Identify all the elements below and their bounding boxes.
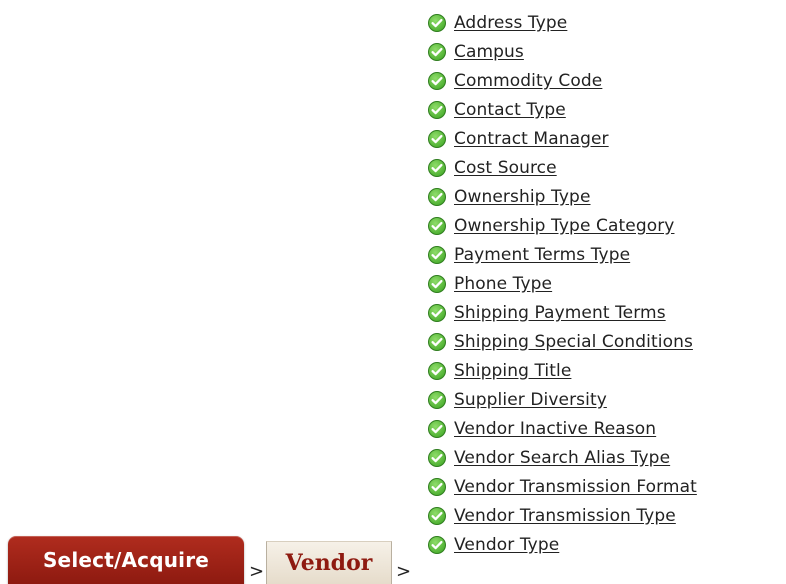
menu-link[interactable]: Shipping Title — [454, 361, 571, 381]
menu-item: Vendor Inactive Reason — [427, 414, 697, 443]
menu-link[interactable]: Supplier Diversity — [454, 390, 607, 410]
menu-item: Payment Terms Type — [427, 240, 697, 269]
menu-item: Commodity Code — [427, 66, 697, 95]
menu-item: Vendor Transmission Format — [427, 472, 697, 501]
tab-select-acquire[interactable]: Select/Acquire — [8, 536, 244, 584]
menu-item: Ownership Type — [427, 182, 697, 211]
check-circle-icon — [427, 129, 447, 149]
check-circle-icon — [427, 245, 447, 265]
check-circle-icon — [427, 506, 447, 526]
check-circle-icon — [427, 158, 447, 178]
tab-select-acquire-label: Select/Acquire — [42, 548, 210, 572]
check-circle-icon — [427, 100, 447, 120]
menu-link[interactable]: Vendor Search Alias Type — [454, 448, 670, 468]
menu-link[interactable]: Payment Terms Type — [454, 245, 630, 265]
check-circle-icon — [427, 535, 447, 555]
breadcrumb-separator: > — [249, 561, 265, 582]
menu-item: Ownership Type Category — [427, 211, 697, 240]
menu-item: Contract Manager — [427, 124, 697, 153]
check-circle-icon — [427, 13, 447, 33]
menu-link[interactable]: Phone Type — [454, 274, 552, 294]
check-circle-icon — [427, 216, 447, 236]
tab-vendor[interactable]: Vendor — [266, 541, 392, 584]
vendor-maintenance-menu: Address Type Campus Commodity Code Contact … — [427, 8, 697, 559]
tab-vendor-label: Vendor — [285, 550, 373, 576]
check-circle-icon — [427, 390, 447, 410]
menu-link[interactable]: Campus — [454, 42, 524, 62]
menu-link[interactable]: Contract Manager — [454, 129, 609, 149]
menu-item: Vendor Transmission Type — [427, 501, 697, 530]
check-circle-icon — [427, 419, 447, 439]
menu-link[interactable]: Vendor Type — [454, 535, 559, 555]
menu-link[interactable]: Contact Type — [454, 100, 566, 120]
menu-link[interactable]: Shipping Special Conditions — [454, 332, 693, 352]
menu-link[interactable]: Cost Source — [454, 158, 557, 178]
check-circle-icon — [427, 477, 447, 497]
check-circle-icon — [427, 361, 447, 381]
page: Address Type Campus Commodity Code Contact … — [0, 0, 786, 584]
menu-item: Shipping Special Conditions — [427, 327, 697, 356]
menu-link[interactable]: Ownership Type — [454, 187, 591, 207]
menu-link[interactable]: Ownership Type Category — [454, 216, 674, 236]
check-circle-icon — [427, 448, 447, 468]
menu-link[interactable]: Vendor Transmission Type — [454, 506, 676, 526]
check-circle-icon — [427, 42, 447, 62]
check-circle-icon — [427, 303, 447, 323]
menu-item: Contact Type — [427, 95, 697, 124]
menu-item: Shipping Title — [427, 356, 697, 385]
menu-item: Shipping Payment Terms — [427, 298, 697, 327]
menu-item: Campus — [427, 37, 697, 66]
menu-link[interactable]: Vendor Transmission Format — [454, 477, 697, 497]
menu-link[interactable]: Vendor Inactive Reason — [454, 419, 656, 439]
menu-item: Vendor Type — [427, 530, 697, 559]
check-circle-icon — [427, 71, 447, 91]
check-circle-icon — [427, 274, 447, 294]
menu-item: Vendor Search Alias Type — [427, 443, 697, 472]
breadcrumb-separator: > — [396, 561, 412, 582]
check-circle-icon — [427, 187, 447, 207]
menu-link[interactable]: Commodity Code — [454, 71, 602, 91]
menu-item: Supplier Diversity — [427, 385, 697, 414]
check-circle-icon — [427, 332, 447, 352]
menu-item: Cost Source — [427, 153, 697, 182]
menu-link[interactable]: Shipping Payment Terms — [454, 303, 666, 323]
menu-item: Address Type — [427, 8, 697, 37]
menu-link[interactable]: Address Type — [454, 13, 567, 33]
menu-item: Phone Type — [427, 269, 697, 298]
